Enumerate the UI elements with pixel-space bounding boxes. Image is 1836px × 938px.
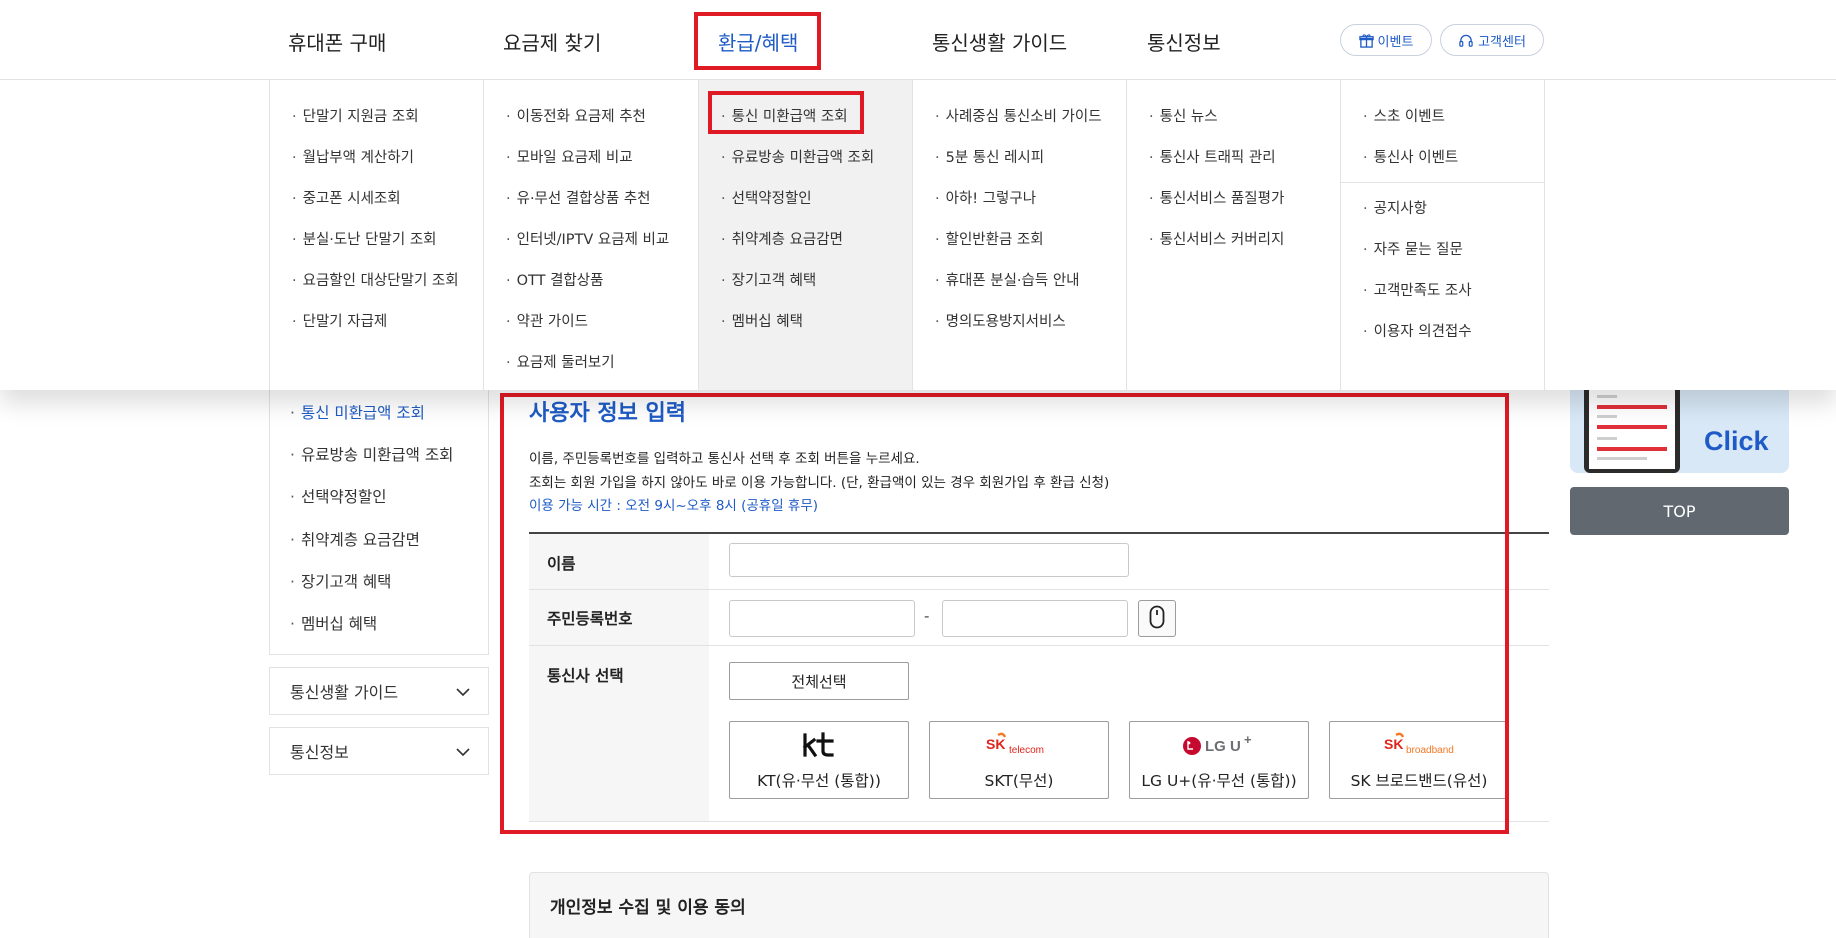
menu-item[interactable]: 선택약정할인 <box>721 187 812 208</box>
menu-item[interactable]: 할인반환금 조회 <box>935 228 1044 249</box>
form-highlight-box <box>500 393 1509 834</box>
menu-item[interactable]: 명의도용방지서비스 <box>935 310 1066 331</box>
menu-item[interactable]: 아하! 그렇구나 <box>935 187 1036 208</box>
menu-item-highlight-box <box>708 91 864 134</box>
menu-item[interactable]: 취약계층 요금감면 <box>721 228 843 249</box>
sidebar-accordion-info[interactable]: 통신정보 <box>269 727 489 775</box>
menu-item[interactable]: 장기고객 혜택 <box>721 269 817 290</box>
menu-item[interactable]: 단말기 자급제 <box>292 310 388 331</box>
top-navigation: 휴대폰 구매 요금제 찾기 환급/혜택 통신생활 가이드 통신정보 이벤트 고객… <box>0 0 1836 80</box>
nav-highlight-box <box>694 12 821 70</box>
menu-item[interactable]: 이용자 의견접수 <box>1363 320 1472 341</box>
menu-item[interactable]: 자주 묻는 질문 <box>1363 238 1463 259</box>
accordion-label: 통신생활 가이드 <box>290 683 399 702</box>
event-button[interactable]: 이벤트 <box>1340 24 1432 56</box>
menu-item[interactable]: 멤버십 혜택 <box>721 310 803 331</box>
privacy-consent-panel: 개인정보 수집 및 이용 동의 <box>529 872 1549 938</box>
menu-item[interactable]: 월납부액 계산하기 <box>292 146 414 167</box>
sidebar-item-vulnerable-discount[interactable]: 취약계층 요금감면 <box>290 528 420 550</box>
customer-center-label: 고객센터 <box>1478 34 1526 50</box>
sidebar-submenu: 통신 미환급액 조회 유료방송 미환급액 조회 선택약정할인 취약계층 요금감면… <box>269 385 489 655</box>
scroll-top-button[interactable]: TOP <box>1570 487 1789 535</box>
phone-image <box>1584 385 1680 473</box>
nav-telecom-info[interactable]: 통신정보 <box>1147 27 1221 56</box>
sidebar-accordion-guide[interactable]: 통신생활 가이드 <box>269 667 489 715</box>
accordion-label: 통신정보 <box>290 743 349 762</box>
menu-item[interactable]: 인터넷/IPTV 요금제 비교 <box>506 228 670 249</box>
nav-plan-finder[interactable]: 요금제 찾기 <box>503 27 601 56</box>
menu-item[interactable]: 스초 이벤트 <box>1363 105 1445 126</box>
sidebar-item-refund-lookup[interactable]: 통신 미환급액 조회 <box>290 401 425 423</box>
mega-menu: 단말기 지원금 조회 월납부액 계산하기 중고폰 시세조회 분실·도난 단말기 … <box>0 80 1836 390</box>
menu-item[interactable]: 유·무선 결합상품 추천 <box>506 187 651 208</box>
menu-item[interactable]: 사례중심 통신소비 가이드 <box>935 105 1102 126</box>
menu-item[interactable]: 유료방송 미환급액 조회 <box>721 146 875 167</box>
chevron-down-icon <box>456 742 470 761</box>
sidebar-item-paytv-refund[interactable]: 유료방송 미환급액 조회 <box>290 443 453 465</box>
mega-column-plans: 이동전화 요금제 추천 모바일 요금제 비교 유·무선 결합상품 추천 인터넷/… <box>484 80 699 390</box>
chevron-down-icon <box>456 682 470 701</box>
menu-item[interactable]: 휴대폰 분실·습득 안내 <box>935 269 1080 290</box>
menu-item[interactable]: 이동전화 요금제 추천 <box>506 105 646 126</box>
menu-item[interactable]: 통신사 이벤트 <box>1363 146 1459 167</box>
promo-banner[interactable]: Click <box>1570 385 1789 473</box>
sidebar-item-longterm-benefit[interactable]: 장기고객 혜택 <box>290 570 392 592</box>
gift-icon <box>1358 33 1374 48</box>
sidebar-item-membership[interactable]: 멤버십 혜택 <box>290 612 377 634</box>
sidebar-item-selective-discount[interactable]: 선택약정할인 <box>290 485 387 507</box>
mega-column-guide: 사례중심 통신소비 가이드 5분 통신 레시피 아하! 그렇구나 할인반환금 조… <box>913 80 1127 390</box>
menu-item[interactable]: 요금할인 대상단말기 조회 <box>292 269 459 290</box>
menu-item[interactable]: 요금제 둘러보기 <box>506 351 615 372</box>
mega-column-info: 통신 뉴스 통신사 트래픽 관리 통신서비스 품질평가 통신서비스 커버리지 <box>1127 80 1341 390</box>
menu-item[interactable]: 중고폰 시세조회 <box>292 187 401 208</box>
menu-item[interactable]: 5분 통신 레시피 <box>935 146 1044 167</box>
menu-item[interactable]: 모바일 요금제 비교 <box>506 146 633 167</box>
menu-item[interactable]: 통신서비스 커버리지 <box>1149 228 1285 249</box>
menu-item[interactable]: 단말기 지원금 조회 <box>292 105 419 126</box>
banner-click-text: Click <box>1704 426 1769 456</box>
menu-item[interactable]: OTT 결합상품 <box>506 269 604 290</box>
mega-column-purchase: 단말기 지원금 조회 월납부액 계산하기 중고폰 시세조회 분실·도난 단말기 … <box>269 80 484 390</box>
menu-divider <box>1341 182 1545 183</box>
menu-item[interactable]: 통신 뉴스 <box>1149 105 1218 126</box>
menu-item[interactable]: 분실·도난 단말기 조회 <box>292 228 437 249</box>
nav-phone-purchase[interactable]: 휴대폰 구매 <box>288 27 386 56</box>
event-label: 이벤트 <box>1377 34 1414 50</box>
menu-item[interactable]: 통신서비스 품질평가 <box>1149 187 1285 208</box>
customer-center-button[interactable]: 고객센터 <box>1440 24 1544 56</box>
nav-telecom-guide[interactable]: 통신생활 가이드 <box>932 27 1067 56</box>
menu-item[interactable]: 고객만족도 조사 <box>1363 279 1472 300</box>
privacy-consent-title: 개인정보 수집 및 이용 동의 <box>550 898 746 918</box>
menu-item[interactable]: 공지사항 <box>1363 197 1427 218</box>
headset-icon <box>1458 33 1474 48</box>
menu-item[interactable]: 약관 가이드 <box>506 310 588 331</box>
mega-column-events: 스초 이벤트 통신사 이벤트 공지사항 자주 묻는 질문 고객만족도 조사 이용… <box>1341 80 1545 390</box>
menu-item[interactable]: 통신사 트래픽 관리 <box>1149 146 1276 167</box>
